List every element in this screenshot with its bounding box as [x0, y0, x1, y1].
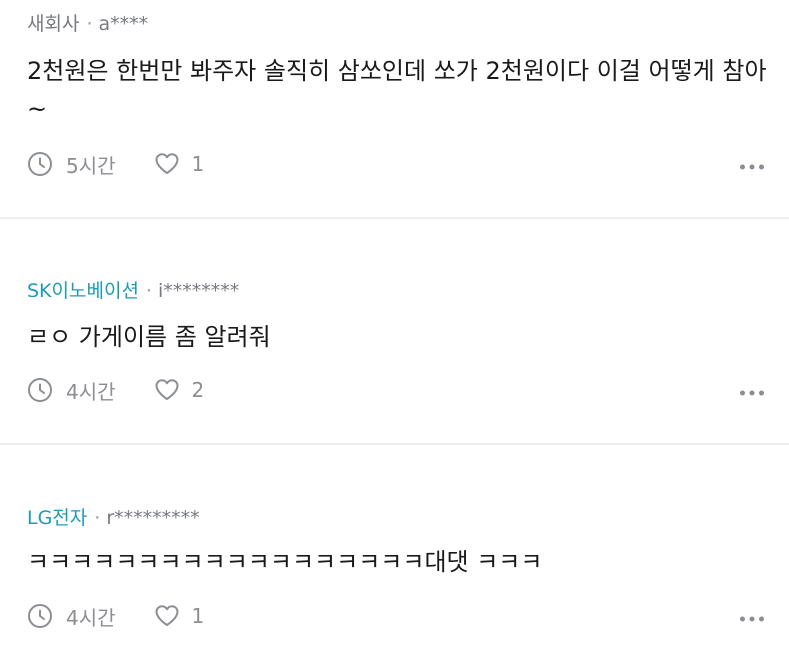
like-button[interactable]: 2 [154, 377, 205, 403]
author-username: i******** [157, 280, 240, 302]
time-info: 4시간 [27, 376, 116, 405]
more-options-button[interactable] [739, 606, 765, 632]
comment-actions: 5시간 1 [27, 150, 204, 178]
more-dots-icon[interactable] [739, 615, 765, 623]
time-label: 4시간 [66, 605, 116, 630]
heart-icon[interactable] [154, 377, 180, 403]
time-label: 5시간 [66, 153, 116, 178]
time-label: 4시간 [66, 379, 116, 404]
author-username: a**** [98, 13, 149, 35]
comment-item: LG전자 · r********* ㅋㅋㅋㅋㅋㅋㅋㅋㅋㅋㅋㅋㅋㅋㅋㅋㅋㅋ대댓 ㅋㅋㅋ… [0, 447, 789, 655]
author-company[interactable]: 새회사 [27, 13, 79, 35]
like-count: 1 [191, 152, 205, 176]
comment-list: 새회사 · a**** 2천원은 한번만 봐주자 솔직히 삼쏘인데 쏘가 2천원이다… [0, 0, 789, 655]
comment-item: SK이노베이션 · i******** ㄹㅇ 가게이름 좀 알려줘 4시간 2 [0, 220, 789, 445]
heart-icon[interactable] [154, 151, 180, 177]
time-info: 4시간 [27, 602, 116, 631]
clock-icon [27, 151, 53, 177]
author-username: r********* [106, 507, 200, 529]
like-count: 1 [191, 604, 205, 628]
comment-meta: 새회사 · a**** [27, 12, 148, 36]
comment-text: ㄹㅇ 가게이름 좀 알려줘 [27, 323, 271, 351]
meta-separator: · [86, 13, 93, 35]
divider [0, 443, 789, 445]
like-count: 2 [191, 378, 205, 402]
meta-separator: · [145, 280, 152, 302]
more-options-button[interactable] [739, 154, 765, 180]
comment-meta: SK이노베이션 · i******** [27, 279, 239, 303]
like-button[interactable]: 1 [154, 151, 205, 177]
author-company[interactable]: LG전자 [27, 507, 87, 529]
comment-text: 2천원은 한번만 봐주자 솔직히 삼쏘인데 쏘가 2천원이다 이걸 어떻게 참아… [27, 57, 767, 123]
more-dots-icon[interactable] [739, 163, 765, 171]
clock-icon [27, 603, 53, 629]
meta-separator: · [94, 507, 101, 529]
more-dots-icon[interactable] [739, 389, 765, 397]
heart-icon[interactable] [154, 603, 180, 629]
like-button[interactable]: 1 [154, 603, 205, 629]
comment-actions: 4시간 1 [27, 602, 204, 630]
comment-actions: 4시간 2 [27, 376, 204, 404]
comment-item: 새회사 · a**** 2천원은 한번만 봐주자 솔직히 삼쏘인데 쏘가 2천원이다… [0, 0, 789, 218]
divider [0, 217, 789, 219]
more-options-button[interactable] [739, 380, 765, 406]
time-info: 5시간 [27, 150, 116, 179]
comment-text: ㅋㅋㅋㅋㅋㅋㅋㅋㅋㅋㅋㅋㅋㅋㅋㅋㅋㅋ대댓 ㅋㅋㅋ [27, 548, 543, 576]
clock-icon [27, 377, 53, 403]
author-company[interactable]: SK이노베이션 [27, 280, 139, 302]
comment-meta: LG전자 · r********* [27, 506, 200, 530]
